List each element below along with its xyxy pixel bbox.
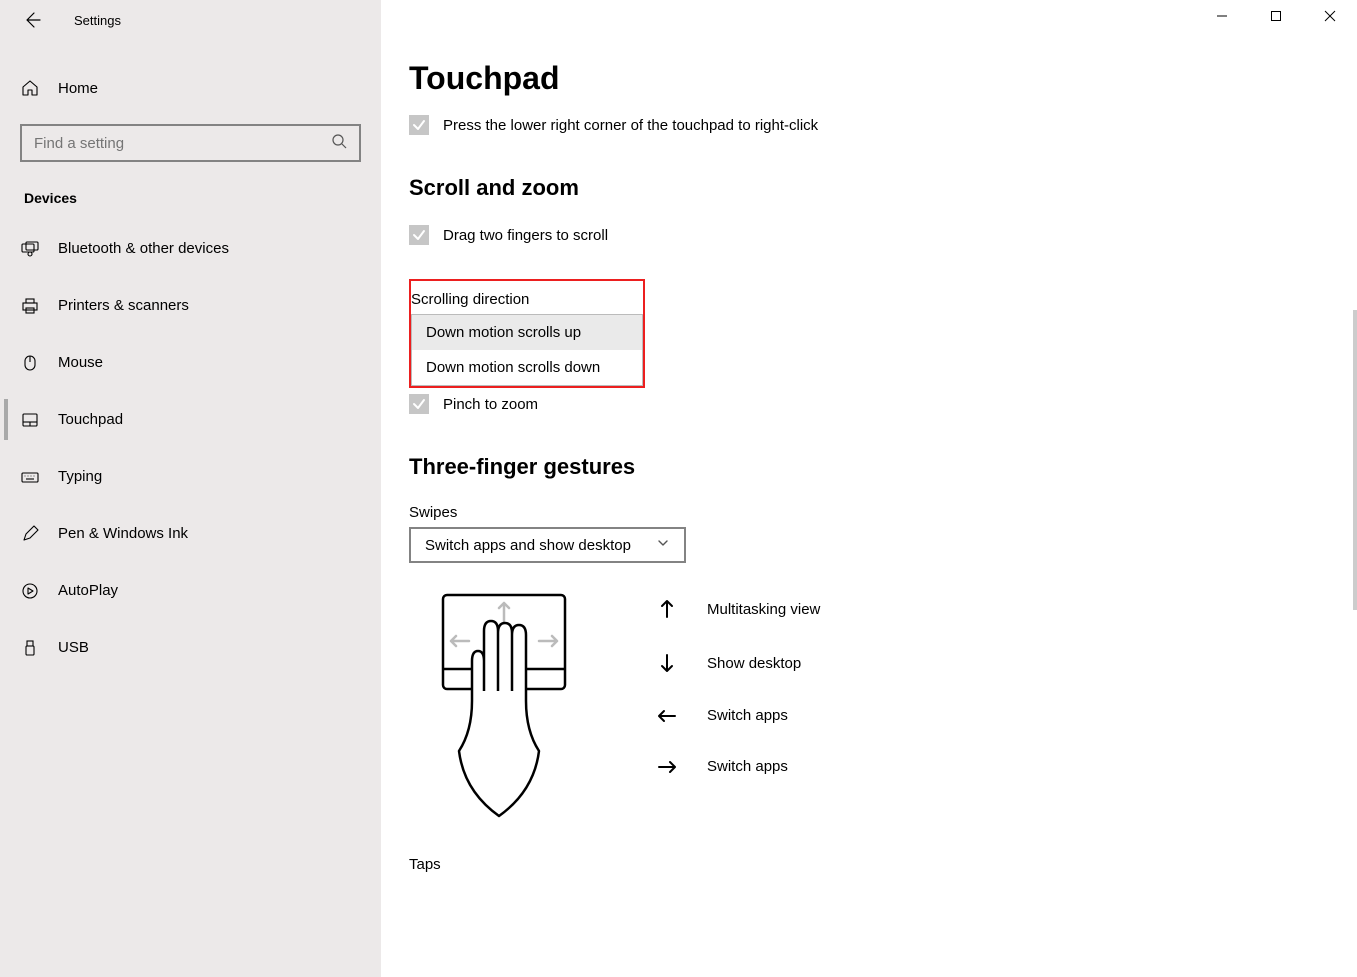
- arrow-down-icon: [657, 653, 677, 673]
- close-button[interactable]: [1303, 0, 1357, 32]
- sidebar-item-touchpad[interactable]: Touchpad: [0, 391, 381, 448]
- category-heading: Devices: [0, 162, 381, 220]
- gesture-right: Switch apps: [657, 758, 820, 775]
- maximize-button[interactable]: [1249, 0, 1303, 32]
- search-input[interactable]: [34, 135, 331, 152]
- gesture-down: Show desktop: [657, 653, 820, 673]
- page-title: Touchpad: [409, 60, 1357, 97]
- gesture-up: Multitasking view: [657, 599, 820, 619]
- right-click-checkbox[interactable]: [409, 115, 429, 135]
- drag-scroll-label: Drag two fingers to scroll: [443, 227, 608, 244]
- mouse-icon: [20, 353, 40, 373]
- gesture-action-list: Multitasking view Show desktop Switch ap…: [657, 591, 820, 826]
- pinch-zoom-checkbox[interactable]: [409, 394, 429, 414]
- swipes-label: Swipes: [409, 504, 1357, 521]
- sidebar-item-bluetooth[interactable]: Bluetooth & other devices: [0, 220, 381, 277]
- right-click-option: Press the lower right corner of the touc…: [409, 115, 1357, 135]
- printer-icon: [20, 296, 40, 316]
- title-bar: Settings: [0, 0, 381, 40]
- back-button[interactable]: [20, 8, 44, 32]
- scroll-direction-option-down[interactable]: Down motion scrolls down: [412, 350, 642, 385]
- drag-scroll-option: Drag two fingers to scroll: [409, 225, 1357, 245]
- home-icon: [20, 78, 40, 98]
- sidebar-item-typing[interactable]: Typing: [0, 448, 381, 505]
- bluetooth-icon: [20, 239, 40, 259]
- arrow-up-icon: [657, 599, 677, 619]
- sidebar-item-pen[interactable]: Pen & Windows Ink: [0, 505, 381, 562]
- scroll-direction-label: Scrolling direction: [411, 281, 643, 314]
- arrow-left-icon: [657, 708, 677, 724]
- gesture-diagram: Multitasking view Show desktop Switch ap…: [409, 591, 1357, 826]
- settings-sidebar: Settings Home Devices Bluetooth & other …: [0, 0, 381, 977]
- search-container: [20, 124, 361, 162]
- window-controls: [1195, 0, 1357, 32]
- minimize-button[interactable]: [1195, 0, 1249, 32]
- search-icon: [331, 133, 347, 154]
- swipes-value: Switch apps and show desktop: [425, 537, 656, 554]
- search-box[interactable]: [20, 124, 361, 162]
- right-click-label: Press the lower right corner of the touc…: [443, 117, 818, 134]
- touchpad-icon: [20, 410, 40, 430]
- sidebar-item-mouse[interactable]: Mouse: [0, 334, 381, 391]
- window-title: Settings: [74, 13, 121, 28]
- usb-icon: [20, 638, 40, 658]
- home-label: Home: [58, 80, 98, 97]
- sidebar-item-printers[interactable]: Printers & scanners: [0, 277, 381, 334]
- sidebar-item-usb[interactable]: USB: [0, 619, 381, 676]
- scroll-zoom-heading: Scroll and zoom: [409, 175, 1357, 201]
- touchpad-illustration: [439, 591, 609, 826]
- sidebar-item-home[interactable]: Home: [0, 60, 381, 116]
- scrollbar[interactable]: [1353, 310, 1357, 610]
- gesture-left: Switch apps: [657, 707, 820, 724]
- content-area: Touchpad Press the lower right corner of…: [381, 0, 1357, 977]
- scroll-direction-option-up[interactable]: Down motion scrolls up: [412, 315, 642, 350]
- chevron-down-icon: [656, 536, 670, 555]
- three-finger-heading: Three-finger gestures: [409, 454, 1357, 480]
- sidebar-item-autoplay[interactable]: AutoPlay: [0, 562, 381, 619]
- drag-scroll-checkbox[interactable]: [409, 225, 429, 245]
- arrow-right-icon: [657, 759, 677, 775]
- keyboard-icon: [20, 467, 40, 487]
- pinch-zoom-label: Pinch to zoom: [443, 396, 538, 413]
- pinch-zoom-option: Pinch to zoom: [409, 394, 1357, 414]
- scroll-direction-dropdown[interactable]: Scrolling direction Down motion scrolls …: [409, 279, 645, 388]
- pen-icon: [20, 524, 40, 544]
- taps-label: Taps: [409, 856, 1357, 873]
- autoplay-icon: [20, 581, 40, 601]
- swipes-combo[interactable]: Switch apps and show desktop: [409, 527, 686, 563]
- scroll-direction-list: Down motion scrolls up Down motion scrol…: [411, 314, 643, 386]
